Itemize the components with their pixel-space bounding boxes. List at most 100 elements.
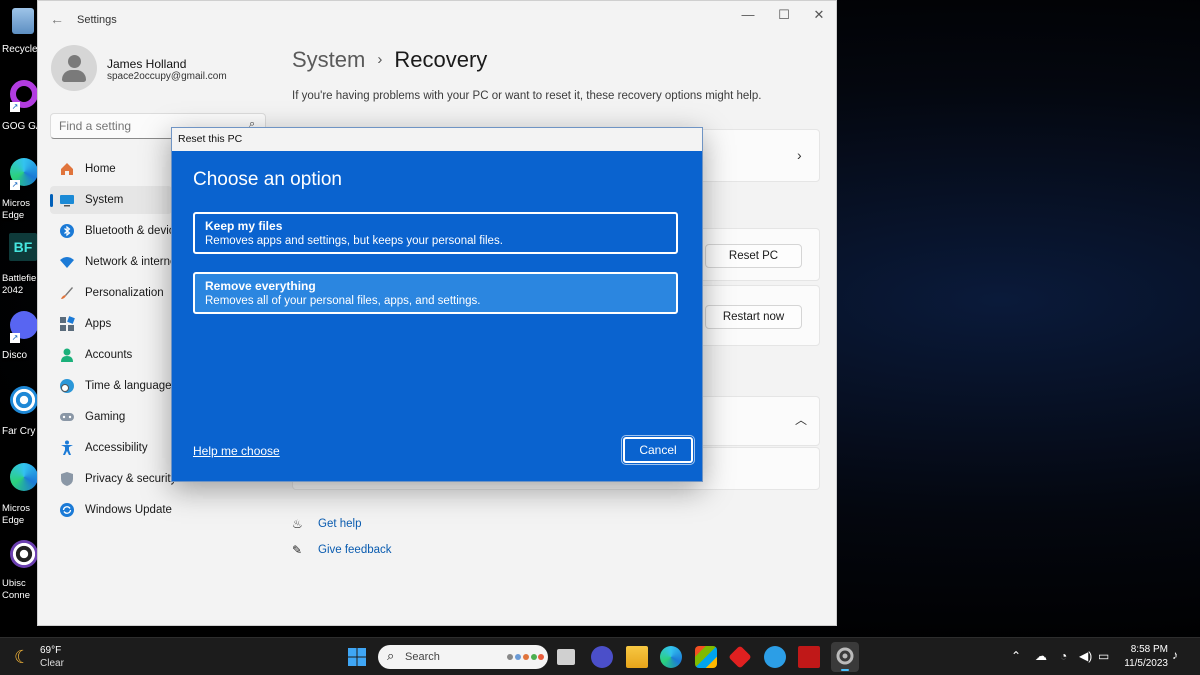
desktop-icon-edge-2[interactable]: Micros Edge [0, 463, 40, 533]
taskbar: ☾ 69°F Clear ⌕ Search ⌃ ☁ ◔ ◀) ▭ 8:58 PM… [0, 637, 1200, 675]
avatar-body [62, 70, 86, 82]
sidebar-item-windows-update[interactable]: Windows Update [50, 496, 172, 524]
apps-icon [59, 316, 75, 332]
dialog-title: Reset this PC [172, 128, 702, 151]
cancel-button[interactable]: Cancel [623, 437, 693, 463]
give-feedback-label: Give feedback [318, 544, 392, 556]
desktop-icon-label: Micros Edge [2, 198, 30, 221]
discord-taskbar-icon[interactable] [591, 646, 613, 668]
sidebar-item-label: Network & interne [85, 256, 177, 268]
shortcut-arrow-icon: ↗ [10, 333, 20, 343]
system-icon [59, 192, 75, 208]
breadcrumb: System › Recovery [292, 47, 487, 73]
chevron-up-icon[interactable]: ⌃ [1011, 649, 1021, 663]
sidebar-item-label: Accessibility [85, 442, 148, 454]
ubisoft-icon [10, 386, 38, 414]
accounts-icon [59, 347, 75, 363]
wifi-icon[interactable]: ◔ [1060, 649, 1067, 663]
sidebar-item-label: Time & language [85, 380, 172, 392]
sidebar-item-label: Bluetooth & devic [85, 225, 175, 237]
recycle-bin-icon [12, 8, 34, 34]
sidebar-item-bluetooth[interactable]: Bluetooth & devic [50, 217, 175, 245]
option-remove-everything[interactable]: Remove everything Removes all of your pe… [193, 272, 678, 314]
option-keep-my-files[interactable]: Keep my files Removes apps and settings,… [193, 212, 678, 254]
sidebar-item-label: Privacy & security [85, 473, 177, 485]
volume-icon[interactable]: ◀) [1079, 649, 1092, 663]
feedback-icon: ✎ [292, 543, 303, 557]
notification-bell-icon[interactable]: ♪ [1172, 648, 1178, 662]
desktop-icon-edge[interactable]: ↗ Micros Edge [0, 158, 40, 228]
moon-icon[interactable]: ☾ [14, 647, 30, 668]
sidebar-item-system[interactable]: System [50, 186, 172, 214]
active-indicator [50, 194, 53, 207]
clock-date[interactable]: 11/5/2023 [1120, 658, 1168, 669]
settings-taskbar-icon[interactable] [831, 642, 859, 672]
taskbar-search[interactable]: ⌕ Search [378, 645, 548, 669]
option-description: Removes apps and settings, but keeps you… [205, 235, 503, 247]
breadcrumb-parent[interactable]: System [292, 47, 365, 72]
globe-clock-icon [59, 378, 75, 394]
close-icon[interactable]: ✕ [804, 7, 834, 23]
help-me-choose-link[interactable]: Help me choose [193, 444, 280, 458]
desktop-icon-gog[interactable]: ↗ GOG GA [0, 80, 40, 150]
tips-icon[interactable] [764, 646, 786, 668]
store-icon[interactable] [695, 646, 717, 668]
shield-icon [59, 471, 75, 487]
minimize-icon[interactable]: — [733, 7, 763, 22]
sidebar-item-label: System [85, 194, 124, 206]
weather-description[interactable]: Clear [40, 658, 64, 669]
edge-taskbar-icon[interactable] [660, 646, 682, 668]
chevron-up-icon: ︿ [795, 413, 808, 427]
restart-now-button[interactable]: Restart now [705, 305, 802, 329]
sidebar-item-personalization[interactable]: Personalization [50, 279, 172, 307]
desktop-icon-battlefield[interactable]: BF Battlefie 2042 [0, 233, 40, 303]
back-arrow-icon[interactable]: ← [50, 11, 64, 27]
sidebar-item-privacy[interactable]: Privacy & security [50, 465, 176, 493]
maximize-icon[interactable]: ☐ [769, 7, 799, 23]
sidebar-item-label: Personalization [85, 287, 164, 299]
sidebar-item-gaming[interactable]: Gaming [50, 403, 172, 431]
edge-icon [10, 463, 38, 491]
start-icon[interactable] [346, 646, 368, 668]
desktop-icon-discord[interactable]: ↗ Disco [0, 311, 40, 381]
file-explorer-icon[interactable] [626, 646, 648, 668]
reset-pc-button[interactable]: Reset PC [705, 244, 802, 268]
get-help-label: Get help [318, 518, 362, 530]
sidebar-item-accessibility[interactable]: Accessibility [50, 434, 172, 462]
chevron-right-icon: › [797, 147, 802, 163]
page-title: Recovery [394, 47, 488, 72]
sidebar-item-time-language[interactable]: Time & language [50, 372, 172, 400]
weather-temperature[interactable]: 69°F [40, 645, 61, 656]
desktop-icon-label: Far Cry [2, 426, 36, 437]
profile-name: James Holland [107, 57, 187, 71]
sidebar-item-network[interactable]: Network & interne [50, 248, 176, 276]
task-view-icon[interactable] [557, 649, 575, 665]
battery-icon[interactable]: ▭ [1098, 649, 1109, 663]
avatar-head [68, 55, 81, 68]
help-icon: ♨ [292, 517, 303, 531]
sidebar-item-label: Home [85, 163, 116, 175]
desktop-icon-farcry[interactable]: Far Cry [0, 386, 40, 456]
sidebar-item-apps[interactable]: Apps [50, 310, 172, 338]
search-icon: ⌕ [387, 648, 395, 663]
option-title: Keep my files [205, 219, 283, 233]
reset-pc-dialog: Reset this PC Choose an option Keep my f… [171, 127, 703, 482]
mcafee-icon[interactable] [798, 646, 820, 668]
app-diamond-icon[interactable] [728, 645, 752, 669]
desktop-icon-ubisoft-connect[interactable]: Ubisc Conne [0, 540, 40, 610]
sidebar-item-home[interactable]: Home [50, 155, 172, 183]
profile-email: space2occupy@gmail.com [107, 71, 227, 82]
clock-time[interactable]: 8:58 PM [1128, 644, 1168, 655]
avatar[interactable] [51, 45, 97, 91]
option-description: Removes all of your personal files, apps… [205, 295, 481, 307]
desktop-icon-label: Recycle [2, 44, 38, 55]
home-icon [59, 161, 75, 177]
sidebar-item-accounts[interactable]: Accounts [50, 341, 172, 369]
wifi-icon [59, 254, 75, 270]
onedrive-icon[interactable]: ☁ [1035, 649, 1047, 663]
brush-icon [59, 285, 75, 301]
ubisoft-icon [10, 540, 38, 568]
sidebar-item-label: Gaming [85, 411, 126, 423]
gamepad-icon [59, 409, 75, 425]
desktop-icon-recycle-bin[interactable]: Recycle [0, 8, 40, 78]
